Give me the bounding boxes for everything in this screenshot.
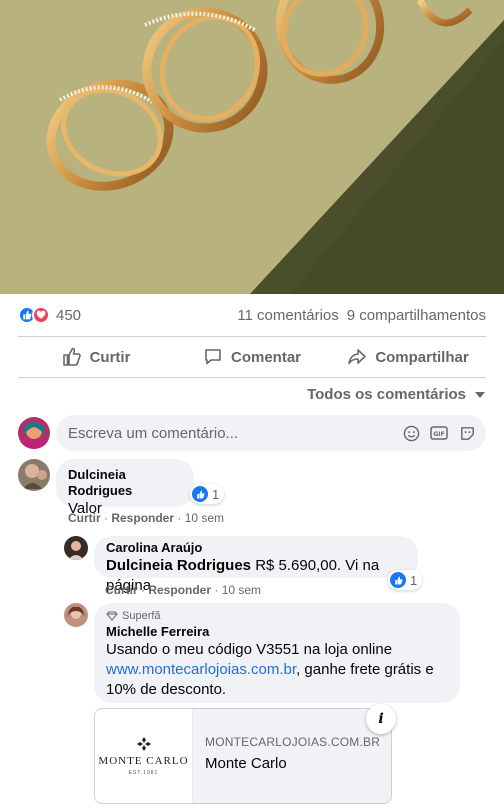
avatar[interactable] [18, 417, 50, 449]
comment-reply-link[interactable]: Responder [111, 511, 174, 525]
avatar[interactable] [64, 536, 88, 560]
comment-like-link[interactable]: Curtir [68, 511, 101, 525]
comment-author[interactable]: Carolina Araújo [106, 540, 406, 556]
comment-author[interactable]: Dulcineia Rodrigues [68, 467, 182, 499]
comment-bubble: Carolina Araújo Dulcineia Rodrigues R$ 5… [94, 536, 418, 594]
link-preview-body: MONTECARLOJOIAS.COM.BR Monte Carlo [193, 709, 391, 803]
comment-reaction-count: 1 [410, 572, 418, 588]
avatar[interactable] [18, 459, 50, 491]
post-actions: Curtir Comentar Compartilhar [18, 338, 486, 376]
comment-meta: Curtir · Responder · 10 sem [105, 583, 262, 597]
emoji-icon[interactable] [402, 424, 420, 442]
divider [18, 377, 486, 378]
comment-text-line: , ganhe frete grátis e [296, 661, 434, 678]
divider [18, 336, 486, 337]
comment-filter-label: Todos os comentários [307, 386, 466, 403]
comment-button[interactable]: Comentar [174, 339, 330, 375]
post-image[interactable] [0, 0, 504, 294]
comment-reply: Superfã Michelle Ferreira Usando o meu c… [64, 603, 460, 703]
share-button[interactable]: Compartilhar [330, 339, 486, 375]
comment-text-line: 10% de desconto. [106, 681, 227, 698]
info-button[interactable]: i [366, 704, 396, 734]
comment-reaction-pill[interactable]: 1 [388, 570, 423, 590]
logo-text: MONTE CARLO [98, 755, 189, 767]
comment-input[interactable]: Escreva um comentário... GIF [56, 415, 486, 451]
shares-count[interactable]: 9 compartilhamentos [347, 307, 486, 324]
like-label: Curtir [89, 348, 131, 366]
share-icon [348, 349, 367, 365]
sticker-icon[interactable] [458, 424, 476, 442]
info-icon: i [378, 711, 384, 727]
link-preview-thumbnail: MONTE CARLO EST.1981 [95, 709, 193, 803]
comment-label: Comentar [230, 348, 301, 366]
comment-composer: Escreva um comentário... GIF [18, 415, 486, 451]
chevron-down-icon [475, 391, 485, 398]
comment-reaction-count: 1 [212, 486, 220, 502]
comment-mention[interactable]: Dulcineia Rodrigues [106, 557, 251, 574]
logo-subtext: EST.1981 [128, 770, 159, 776]
gif-icon[interactable]: GIF [430, 424, 448, 442]
comment: Dulcineia Rodrigues Valor [18, 459, 194, 517]
comment-author[interactable]: Michelle Ferreira [106, 624, 448, 640]
reaction-count: 450 [56, 306, 82, 324]
thumbs-up-icon [62, 347, 81, 366]
avatar[interactable] [64, 603, 88, 627]
comment-meta: Curtir · Responder · 10 sem [68, 511, 225, 525]
love-icon [32, 306, 50, 324]
like-button[interactable]: Curtir [18, 339, 174, 375]
like-icon [390, 572, 406, 588]
like-icon [192, 486, 208, 502]
link-title: Monte Carlo [205, 755, 287, 772]
badge-label: Superfã [122, 610, 161, 622]
comment-bubble: Superfã Michelle Ferreira Usando o meu c… [94, 603, 460, 703]
comment-time[interactable]: 10 sem [185, 511, 224, 525]
comment-text-line: Usando o meu código V3551 na loja online [106, 641, 393, 658]
link-domain: MONTECARLOJOIAS.COM.BR [205, 735, 381, 749]
superfan-badge: Superfã [106, 610, 448, 622]
share-label: Compartilhar [375, 348, 469, 366]
reaction-count-group[interactable]: 450 [18, 306, 81, 324]
comment-reply-link[interactable]: Responder [148, 583, 211, 597]
comment-time[interactable]: 10 sem [222, 583, 261, 597]
monte-carlo-logo-icon [136, 737, 151, 751]
comments-count[interactable]: 11 comentários [237, 307, 338, 324]
comment-icon [205, 349, 221, 365]
reactions-summary: 450 11 comentários 9 compartilhamentos [18, 303, 486, 327]
comment-like-link[interactable]: Curtir [105, 583, 138, 597]
comment-reply: Carolina Araújo Dulcineia Rodrigues R$ 5… [64, 536, 418, 594]
comment-reaction-pill[interactable]: 1 [190, 484, 225, 504]
svg-text:GIF: GIF [433, 431, 444, 438]
comment-input-placeholder: Escreva um comentário... [68, 424, 239, 442]
comment-link[interactable]: www.montecarlojoias.com.br [106, 661, 296, 678]
diamond-icon [106, 611, 118, 621]
link-preview-card[interactable]: MONTE CARLO EST.1981 MONTECARLOJOIAS.COM… [94, 708, 392, 804]
comment-filter-dropdown[interactable]: Todos os comentários [307, 386, 486, 403]
comment-bubble: Dulcineia Rodrigues Valor [56, 459, 194, 517]
